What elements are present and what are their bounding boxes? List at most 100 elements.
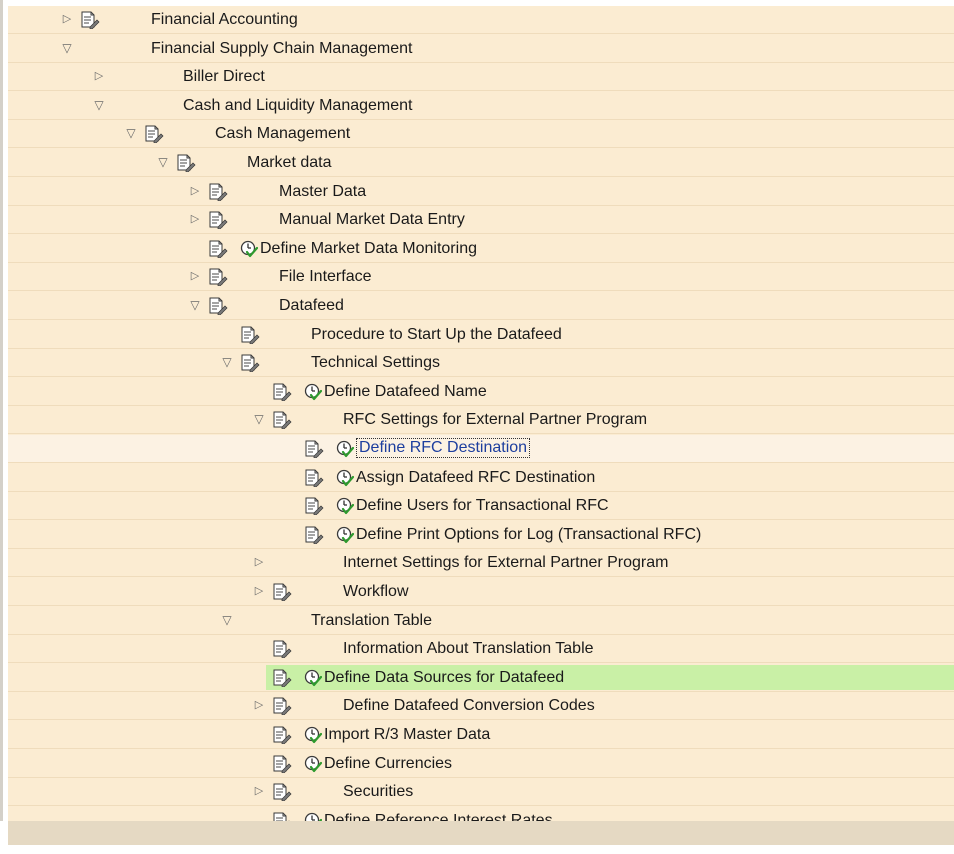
documentation-icon[interactable] bbox=[208, 240, 228, 259]
execute-clock-icon[interactable] bbox=[336, 440, 355, 458]
tree-node-label[interactable]: Biller Direct bbox=[183, 68, 265, 86]
collapse-arrow-icon[interactable]: ▽ bbox=[124, 126, 138, 140]
documentation-icon[interactable] bbox=[272, 411, 292, 430]
documentation-icon[interactable] bbox=[304, 469, 324, 488]
tree-row[interactable]: ▽ Cash Management bbox=[8, 120, 954, 148]
documentation-icon[interactable] bbox=[144, 125, 164, 144]
tree-row[interactable]: ▽ RFC Settings for External Partner Progr… bbox=[8, 406, 954, 434]
tree-row[interactable]: ▽ Market data bbox=[8, 149, 954, 177]
collapse-arrow-icon[interactable]: ▽ bbox=[220, 613, 234, 627]
expand-arrow-icon[interactable]: ▷ bbox=[252, 698, 266, 712]
tree-row[interactable]: Define Market Data Monitoring bbox=[8, 235, 954, 263]
tree-row[interactable]: ▽ Financial Supply Chain Management bbox=[8, 35, 954, 63]
tree-node-label[interactable]: Define Reference Interest Rates bbox=[324, 812, 553, 821]
tree-row[interactable]: ▷ Define Datafeed Conversion Codes bbox=[8, 692, 954, 720]
tree-row[interactable]: Define Currencies bbox=[8, 750, 954, 778]
tree-node-label[interactable]: Import R/3 Master Data bbox=[324, 726, 490, 744]
expand-arrow-icon[interactable]: ▷ bbox=[252, 784, 266, 798]
documentation-icon[interactable] bbox=[272, 726, 292, 745]
documentation-icon[interactable] bbox=[272, 583, 292, 602]
collapse-arrow-icon[interactable]: ▽ bbox=[252, 412, 266, 426]
documentation-icon[interactable] bbox=[272, 669, 292, 688]
tree-row[interactable]: ▽ Technical Settings bbox=[8, 349, 954, 377]
img-structure-tree[interactable]: ▷ Financial Accounting ▽ Financial Supply C… bbox=[8, 6, 954, 821]
collapse-arrow-icon[interactable]: ▽ bbox=[220, 355, 234, 369]
tree-row[interactable]: ▷ Internet Settings for External Partner … bbox=[8, 549, 954, 577]
documentation-icon[interactable] bbox=[304, 440, 324, 459]
documentation-icon[interactable] bbox=[240, 326, 260, 345]
expand-arrow-icon[interactable]: ▷ bbox=[252, 584, 266, 598]
execute-clock-icon[interactable] bbox=[304, 383, 323, 401]
documentation-icon[interactable] bbox=[304, 526, 324, 545]
tree-row[interactable]: ▽ Translation Table bbox=[8, 607, 954, 635]
tree-row[interactable]: ▷ Securities bbox=[8, 778, 954, 806]
tree-node-label[interactable]: Define Print Options for Log (Transactio… bbox=[356, 526, 701, 544]
tree-row[interactable]: ▷ File Interface bbox=[8, 263, 954, 291]
execute-clock-icon[interactable] bbox=[240, 240, 259, 258]
tree-node-label[interactable]: Cash Management bbox=[215, 125, 350, 143]
tree-row[interactable]: ▷ Manual Market Data Entry bbox=[8, 206, 954, 234]
tree-node-label[interactable]: Datafeed bbox=[279, 297, 344, 315]
collapse-arrow-icon[interactable]: ▽ bbox=[188, 298, 202, 312]
tree-row[interactable]: ▷ Master Data bbox=[8, 178, 954, 206]
documentation-icon[interactable] bbox=[176, 154, 196, 173]
tree-row[interactable]: Procedure to Start Up the Datafeed bbox=[8, 321, 954, 349]
expand-arrow-icon[interactable]: ▷ bbox=[60, 12, 74, 26]
tree-node-label[interactable]: Internet Settings for External Partner P… bbox=[343, 554, 668, 572]
tree-row[interactable]: ▽ Datafeed bbox=[8, 292, 954, 320]
tree-node-label[interactable]: Information About Translation Table bbox=[343, 640, 594, 658]
execute-clock-icon[interactable] bbox=[304, 726, 323, 744]
execute-clock-icon[interactable] bbox=[304, 755, 323, 773]
documentation-icon[interactable] bbox=[304, 497, 324, 516]
tree-row[interactable]: Assign Datafeed RFC Destination bbox=[8, 464, 954, 492]
documentation-icon[interactable] bbox=[208, 211, 228, 230]
tree-node-label[interactable]: Technical Settings bbox=[311, 354, 440, 372]
tree-node-label[interactable]: Assign Datafeed RFC Destination bbox=[356, 469, 595, 487]
tree-node-label[interactable]: Translation Table bbox=[311, 612, 432, 630]
documentation-icon[interactable] bbox=[272, 697, 292, 716]
documentation-icon[interactable] bbox=[272, 383, 292, 402]
tree-node-label[interactable]: Market data bbox=[247, 154, 331, 172]
documentation-icon[interactable] bbox=[208, 297, 228, 316]
tree-node-label[interactable]: Master Data bbox=[279, 183, 366, 201]
documentation-icon[interactable] bbox=[272, 783, 292, 802]
tree-row[interactable]: Define Reference Interest Rates bbox=[8, 807, 954, 821]
tree-row[interactable]: Define Users for Transactional RFC bbox=[8, 492, 954, 520]
tree-node-label[interactable]: Securities bbox=[343, 783, 413, 801]
tree-node-label[interactable]: Define Datafeed Name bbox=[324, 383, 487, 401]
tree-node-label[interactable]: Cash and Liquidity Management bbox=[183, 97, 412, 115]
tree-row[interactable]: ▷ Financial Accounting bbox=[8, 6, 954, 34]
documentation-icon[interactable] bbox=[208, 183, 228, 202]
documentation-icon[interactable] bbox=[272, 640, 292, 659]
tree-row[interactable]: ▷ Biller Direct bbox=[8, 63, 954, 91]
collapse-arrow-icon[interactable]: ▽ bbox=[60, 41, 74, 55]
tree-node-label[interactable]: Define Data Sources for Datafeed bbox=[324, 669, 564, 687]
expand-arrow-icon[interactable]: ▷ bbox=[188, 212, 202, 226]
execute-clock-icon[interactable] bbox=[304, 669, 323, 687]
tree-node-label[interactable]: Define Market Data Monitoring bbox=[260, 240, 477, 258]
documentation-icon[interactable] bbox=[240, 354, 260, 373]
tree-node-label[interactable]: Define Datafeed Conversion Codes bbox=[343, 697, 595, 715]
expand-arrow-icon[interactable]: ▷ bbox=[252, 555, 266, 569]
documentation-icon[interactable] bbox=[272, 812, 292, 821]
tree-row[interactable]: Define RFC Destination bbox=[8, 435, 954, 463]
collapse-arrow-icon[interactable]: ▽ bbox=[156, 155, 170, 169]
expand-arrow-icon[interactable]: ▷ bbox=[188, 269, 202, 283]
tree-row[interactable]: Information About Translation Table bbox=[8, 635, 954, 663]
tree-node-label[interactable]: Define RFC Destination bbox=[356, 438, 531, 458]
tree-row[interactable]: Define Print Options for Log (Transactio… bbox=[8, 521, 954, 549]
execute-clock-icon[interactable] bbox=[336, 469, 355, 487]
collapse-arrow-icon[interactable]: ▽ bbox=[92, 98, 106, 112]
documentation-icon[interactable] bbox=[208, 268, 228, 287]
tree-node-label[interactable]: Procedure to Start Up the Datafeed bbox=[311, 326, 562, 344]
execute-clock-icon[interactable] bbox=[336, 497, 355, 515]
execute-clock-icon[interactable] bbox=[336, 526, 355, 544]
expand-arrow-icon[interactable]: ▷ bbox=[92, 69, 106, 83]
tree-node-label[interactable]: Financial Accounting bbox=[151, 11, 298, 29]
tree-row[interactable]: Import R/3 Master Data bbox=[8, 721, 954, 749]
tree-row[interactable]: ▷ Workflow bbox=[8, 578, 954, 606]
tree-node-label[interactable]: Workflow bbox=[343, 583, 409, 601]
tree-node-label[interactable]: Define Currencies bbox=[324, 755, 452, 773]
execute-clock-icon[interactable] bbox=[304, 812, 323, 821]
documentation-icon[interactable] bbox=[272, 755, 292, 774]
